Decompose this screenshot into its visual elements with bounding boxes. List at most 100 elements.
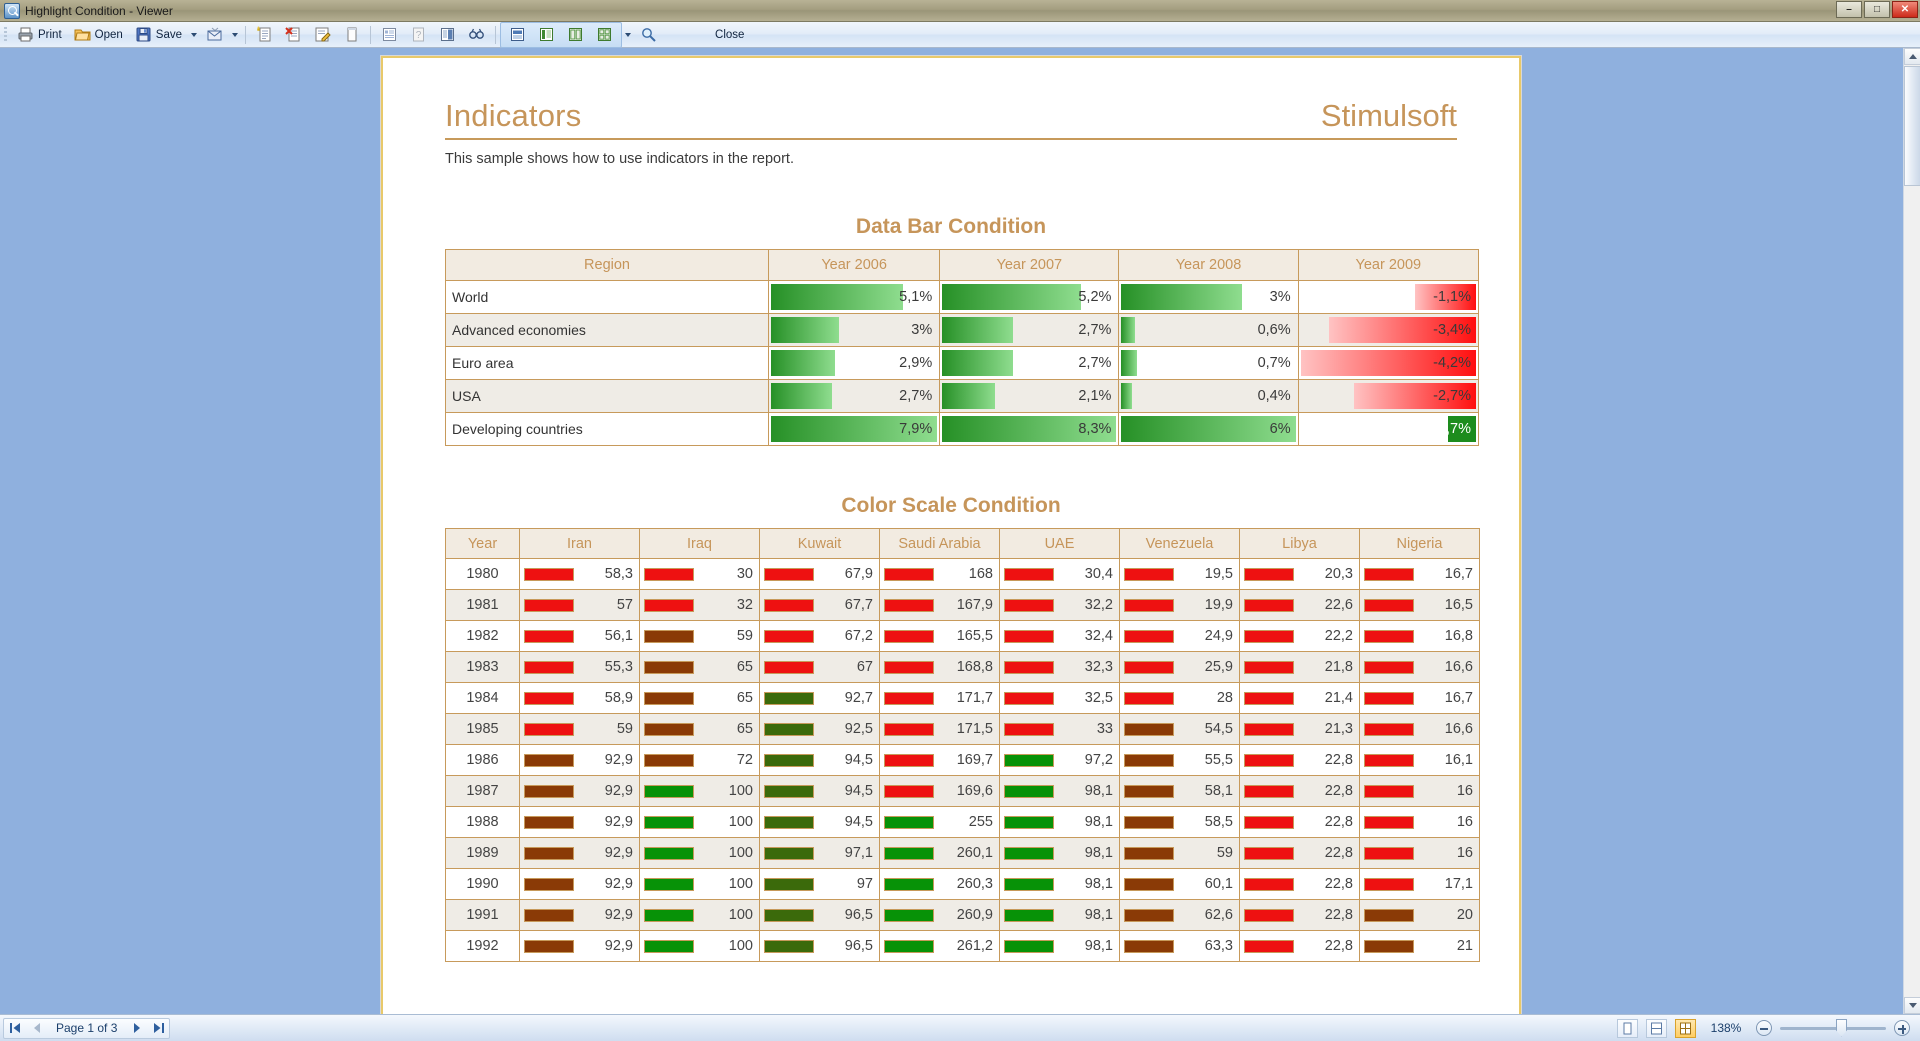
colorscale-cell: 58,3 (519, 558, 640, 590)
multi-page-view-button[interactable] (590, 24, 619, 46)
continuous-view-button[interactable] (532, 24, 561, 46)
year-cell: 1984 (445, 682, 520, 714)
colorscale-cell: 19,5 (1119, 558, 1240, 590)
databar-cell: 3% (768, 313, 941, 347)
colorscale-col-header: UAE (999, 528, 1120, 559)
print-button[interactable]: Print (11, 24, 68, 46)
colorscale-section-title: Color Scale Condition (841, 494, 1061, 517)
svg-text:?: ? (416, 30, 422, 41)
colorscale-cell: 25,9 (1119, 651, 1240, 683)
window-title: Highlight Condition - Viewer (25, 3, 173, 18)
table-row: 1984 58,9 65 92,7 171,7 32,5 28 21,4 16,7 (445, 682, 1480, 714)
previous-page-button[interactable] (26, 1019, 48, 1038)
page-view-group (500, 21, 623, 48)
year-cell: 1980 (445, 558, 520, 590)
bookmarks-button[interactable] (375, 24, 404, 46)
colorscale-cell: 92,9 (519, 775, 640, 807)
parameters-button[interactable]: ? (404, 24, 433, 46)
save-button[interactable]: Save (129, 24, 188, 46)
first-page-button[interactable] (4, 1019, 26, 1038)
scroll-up-button[interactable] (1904, 48, 1920, 65)
zoom-slider-thumb[interactable] (1836, 1018, 1847, 1037)
databar-value: 0,4% (1257, 388, 1291, 404)
thumbnails-button[interactable] (433, 24, 462, 46)
table-row: 1992 92,9 100 96,5 261,2 98,1 63,3 22,8 21 (445, 930, 1480, 962)
multi-page-mode-button[interactable] (1675, 1018, 1696, 1038)
edit-page-button[interactable] (308, 24, 337, 46)
colorscale-col-header: Nigeria (1359, 528, 1480, 559)
print-label: Print (38, 28, 62, 41)
colorscale-value: 22,8 (1324, 814, 1353, 830)
scroll-down-button[interactable] (1904, 997, 1920, 1014)
colorscale-value: 67,2 (844, 628, 873, 644)
find-button[interactable] (462, 24, 491, 46)
colorscale-cell: 65 (639, 651, 760, 683)
single-page-mode-button[interactable] (1617, 1018, 1638, 1038)
colorscale-cell: 16,6 (1359, 713, 1480, 745)
year-cell: 1987 (445, 775, 520, 807)
single-page-view-button[interactable] (503, 24, 532, 46)
new-page-button[interactable] (250, 24, 279, 46)
report-header: Indicators Stimulsoft (445, 98, 1457, 140)
copy-page-button[interactable] (337, 24, 366, 46)
color-scale-swatch (1004, 629, 1054, 643)
view-dropdown-arrow[interactable] (625, 32, 632, 37)
minimize-button[interactable]: – (1836, 1, 1862, 18)
last-page-button[interactable] (147, 1019, 169, 1038)
databar-col-header: Year 2009 (1297, 249, 1480, 281)
next-page-button[interactable] (125, 1019, 147, 1038)
color-scale-swatch (1124, 877, 1174, 891)
save-disk-icon (135, 26, 152, 43)
color-scale-swatch (1364, 691, 1414, 705)
save-dropdown-arrow[interactable] (191, 32, 198, 37)
colorscale-cell: 60,1 (1119, 868, 1240, 900)
color-scale-swatch (1004, 846, 1054, 860)
colorscale-cell: 98,1 (999, 775, 1120, 807)
color-scale-swatch (764, 815, 814, 829)
colorscale-value: 16,6 (1444, 721, 1473, 737)
toolbar-grip[interactable] (4, 26, 7, 43)
colorscale-cell: 97,1 (759, 837, 880, 869)
close-window-button[interactable]: ✕ (1892, 1, 1918, 18)
zoom-out-button[interactable] (1756, 1020, 1772, 1036)
colorscale-value: 58,5 (1204, 814, 1233, 830)
colorscale-value: 92,9 (604, 814, 633, 830)
scrollbar-thumb[interactable] (1904, 66, 1920, 186)
colorscale-cell: 98,1 (999, 899, 1120, 931)
color-scale-swatch (1364, 939, 1414, 953)
databar-section-title: Data Bar Condition (855, 215, 1047, 238)
databar-value: -2,7% (1433, 388, 1471, 404)
color-scale-swatch (1124, 753, 1174, 767)
open-button[interactable]: Open (68, 24, 129, 46)
colorscale-cell: 22,8 (1239, 837, 1360, 869)
viewer-icon (4, 2, 20, 19)
colorscale-value: 22,8 (1324, 876, 1353, 892)
zoom-in-button[interactable] (1894, 1020, 1910, 1036)
databar-col-header: Year 2006 (768, 249, 941, 281)
color-scale-swatch (764, 908, 814, 922)
colorscale-value: 97,1 (844, 845, 873, 861)
send-email-button[interactable] (200, 24, 229, 46)
split-page-mode-button[interactable] (1646, 1018, 1667, 1038)
two-page-view-button[interactable] (561, 24, 590, 46)
colorscale-cell: 97,2 (999, 744, 1120, 776)
colorscale-cell: 92,9 (519, 806, 640, 838)
delete-page-button[interactable] (279, 24, 308, 46)
close-report-button[interactable]: Close (705, 29, 754, 41)
databar-value: 0,7% (1257, 355, 1291, 371)
send-dropdown-arrow[interactable] (232, 32, 239, 37)
colorscale-value: 261,2 (956, 938, 993, 954)
colorscale-cell: 92,9 (519, 930, 640, 962)
color-scale-swatch (1124, 660, 1174, 674)
multi-page-view-icon (596, 26, 613, 43)
year-cell: 1982 (445, 620, 520, 652)
colorscale-cell: 72 (639, 744, 760, 776)
color-scale-swatch (644, 908, 694, 922)
zoom-toolbar-button[interactable] (634, 24, 663, 46)
colorscale-col-header: Iran (519, 528, 640, 559)
maximize-button[interactable]: □ (1864, 1, 1890, 18)
colorscale-col-header: Libya (1239, 528, 1360, 559)
zoom-slider[interactable] (1780, 1018, 1886, 1037)
vertical-scrollbar[interactable] (1903, 48, 1920, 1014)
colorscale-cell: 58,5 (1119, 806, 1240, 838)
